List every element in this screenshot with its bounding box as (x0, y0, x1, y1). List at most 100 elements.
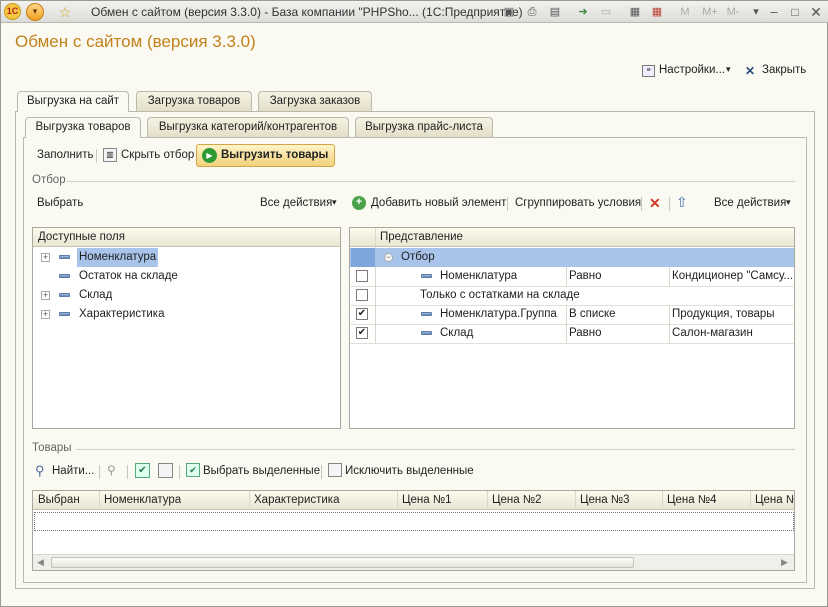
filter-icon: ▥ (103, 148, 117, 162)
tree-item-nomenclature[interactable]: Номенклатура (77, 248, 159, 267)
condition-checkbox[interactable] (356, 289, 368, 301)
toolbar-separator (507, 197, 508, 211)
expand-icon[interactable]: + (41, 253, 50, 262)
goods-table-header: Выбран Номенклатура Характеристика Цена … (33, 491, 794, 510)
expand-icon[interactable]: + (41, 310, 50, 319)
calendar-icon[interactable]: ▦ (649, 4, 665, 20)
representation-header: Представление (350, 228, 794, 247)
available-fields-header: Доступные поля (33, 228, 340, 247)
scrollbar-thumb[interactable] (51, 557, 634, 568)
cancel-search-icon[interactable]: ⚲ (107, 463, 116, 477)
condition-checkbox[interactable]: ✔ (356, 327, 368, 339)
document-icon[interactable]: ▭ (598, 4, 614, 20)
column-divider (669, 267, 670, 286)
upload-goods-button[interactable]: ▶ Выгрузить товары (196, 144, 335, 167)
tab-upload-categories[interactable]: Выгрузка категорий/контрагентов (147, 117, 349, 137)
dropdown-arrow-icon[interactable]: ▾ (748, 4, 764, 20)
goods-table[interactable]: Выбран Номенклатура Характеристика Цена … (32, 490, 795, 571)
all-actions-left-button[interactable]: Все действия ▾ (260, 197, 340, 211)
filter-conditions-tree[interactable]: Представление − Отбор Номенклатура Равно… (349, 227, 795, 429)
tree-item-characteristic[interactable]: Характеристика (79, 305, 165, 324)
favorites-star-icon[interactable]: ☆ (57, 4, 73, 20)
available-fields-tree[interactable]: Доступные поля + Номенклатура Остаток на… (32, 227, 341, 429)
column-header-price5[interactable]: Цена №5 (755, 491, 794, 510)
close-button[interactable]: ✕ Закрыть (745, 64, 809, 80)
tab-upload-pricelist[interactable]: Выгрузка прайс-листа (355, 117, 493, 137)
move-up-icon[interactable]: ⇧ (676, 194, 688, 211)
goods-group-label: Товары (32, 442, 72, 454)
memory-mminus-icon[interactable]: M- (722, 4, 744, 20)
unchecked-list-icon (328, 463, 342, 477)
column-divider (566, 267, 567, 286)
field-icon (421, 331, 432, 335)
find-button[interactable]: ⚲ Найти... (35, 463, 97, 480)
maximize-icon[interactable]: □ (787, 4, 803, 20)
column-header-selected[interactable]: Выбран (38, 491, 80, 510)
field-icon (59, 255, 70, 259)
memory-mplus-icon[interactable]: M+ (699, 4, 721, 20)
toolbar-separator (669, 197, 670, 211)
forward-arrow-icon[interactable]: ➜ (575, 4, 591, 20)
form-title: Обмен с сайтом (версия 3.3.0) (15, 32, 256, 51)
condition-root-row[interactable]: − Отбор (350, 248, 794, 267)
condition-checkbox[interactable]: ✔ (356, 308, 368, 320)
minimize-icon[interactable]: – (766, 4, 782, 20)
condition-field: Только с остатками на складе (420, 289, 580, 301)
column-divider (397, 491, 398, 510)
chevron-down-icon: ▾ (332, 197, 337, 207)
tab-load-orders[interactable]: Загрузка заказов (258, 91, 372, 111)
check-all-icon[interactable]: ✔ (135, 463, 150, 478)
condition-comparison: Равно (569, 270, 602, 282)
fill-button[interactable]: Заполнить (37, 149, 93, 161)
condition-row[interactable]: Номенклатура Равно Кондиционер "Самсу... (350, 267, 794, 286)
all-actions-right-button[interactable]: Все действия ▾ (714, 197, 794, 211)
column-header-price4[interactable]: Цена №4 (667, 491, 717, 510)
condition-value: Кондиционер "Самсу... (672, 270, 794, 282)
all-actions-left-label: Все действия (260, 197, 333, 209)
tab-load-goods[interactable]: Загрузка товаров (136, 91, 252, 111)
tree-item-stock[interactable]: Остаток на складе (79, 267, 178, 286)
condition-row[interactable]: ✔ Номенклатура.Группа В списке Продукция… (350, 305, 794, 324)
settings-button[interactable]: ≡ Настройки... ▾ (642, 64, 734, 80)
condition-row[interactable]: Только с остатками на складе (350, 286, 794, 305)
toolbar-separator (96, 149, 97, 163)
condition-row[interactable]: ✔ Склад Равно Салон-магазин (350, 324, 794, 343)
collapse-icon[interactable]: − (384, 253, 393, 262)
scroll-left-icon[interactable]: ◀ (37, 557, 44, 568)
select-selected-button[interactable]: ✔ Выбрать выделенные (186, 463, 320, 479)
hide-filter-button[interactable]: ▥ Скрыть отбор (103, 147, 194, 165)
main-menu-icon[interactable]: ▾ (26, 3, 44, 21)
horizontal-scrollbar[interactable]: ◀ ▶ (33, 554, 794, 570)
tab-upload-goods[interactable]: Выгрузка товаров (25, 117, 141, 138)
close-window-icon[interactable]: ✕ (808, 4, 824, 20)
group-conditions-button[interactable]: Сгруппировать условия (515, 197, 641, 209)
column-header-price3[interactable]: Цена №3 (580, 491, 630, 510)
column-divider (750, 491, 751, 510)
table-row[interactable] (34, 512, 794, 531)
select-button[interactable]: Выбрать (37, 197, 83, 209)
add-new-element-button[interactable]: + Добавить новый элемент (352, 195, 507, 212)
calculator-icon[interactable]: ▦ (627, 4, 643, 20)
column-divider (99, 491, 100, 510)
condition-checkbox[interactable] (356, 270, 368, 282)
scroll-right-icon[interactable]: ▶ (781, 557, 788, 568)
exclude-selected-button[interactable]: Исключить выделенные (328, 463, 474, 479)
column-header-nomenclature[interactable]: Номенклатура (104, 491, 181, 510)
add-new-element-label: Добавить новый элемент (371, 197, 507, 209)
preview-icon[interactable]: ▤ (547, 4, 563, 20)
tab-upload-to-site[interactable]: Выгрузка на сайт (17, 91, 129, 112)
app-logo-icon[interactable]: 1С (4, 3, 21, 20)
condition-value: Салон-магазин (672, 327, 753, 339)
expand-icon[interactable]: + (41, 291, 50, 300)
memory-m-icon[interactable]: M (677, 4, 693, 20)
print-icon[interactable]: ⎙ (524, 4, 540, 20)
tree-item-warehouse[interactable]: Склад (79, 286, 112, 305)
row-divider (350, 324, 794, 325)
column-divider (375, 267, 376, 343)
column-header-characteristic[interactable]: Характеристика (254, 491, 340, 510)
column-header-price1[interactable]: Цена №1 (402, 491, 452, 510)
column-header-price2[interactable]: Цена №2 (492, 491, 542, 510)
save-icon[interactable]: ▣ (501, 4, 517, 20)
uncheck-all-icon[interactable] (158, 463, 173, 478)
delete-icon[interactable]: ✕ (649, 195, 661, 212)
